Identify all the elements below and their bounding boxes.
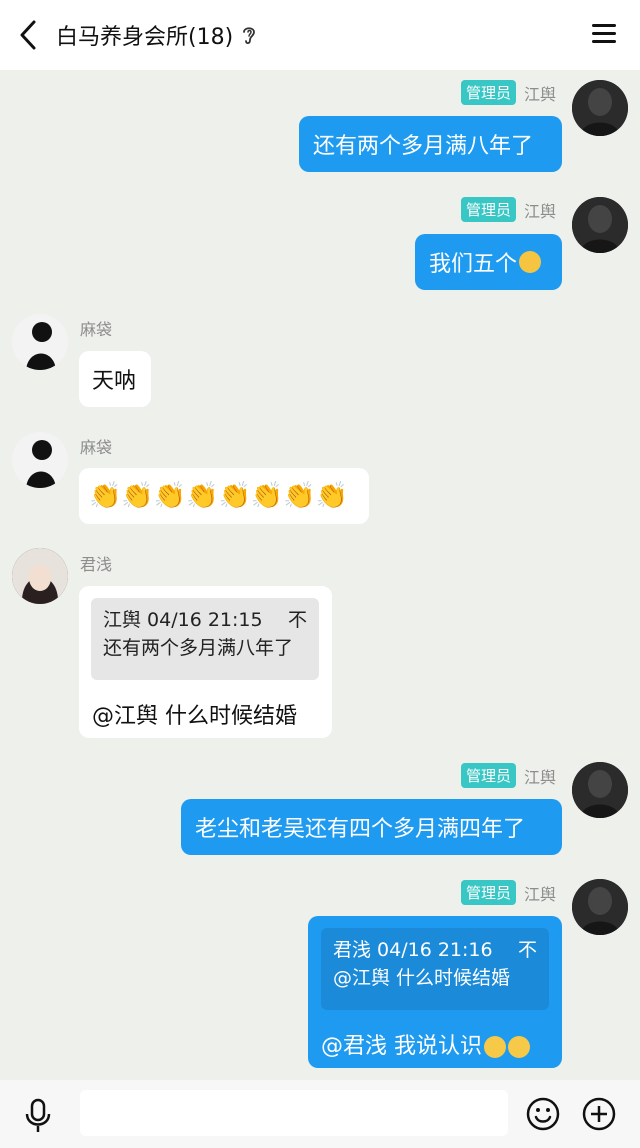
admin-badge: 管理员 xyxy=(460,80,516,105)
plus-icon[interactable] xyxy=(581,1096,617,1132)
avatar[interactable] xyxy=(572,762,628,818)
message-bubble[interactable]: 👏👏👏👏👏👏👏👏 xyxy=(79,468,369,524)
avatar[interactable] xyxy=(12,432,68,488)
laughing-emoji-icon xyxy=(484,1036,506,1058)
message-bubble[interactable]: 天呐 xyxy=(79,351,151,407)
quote-mark: 不 xyxy=(287,609,307,631)
sender-name: 江舆 xyxy=(523,84,556,104)
avatar[interactable] xyxy=(572,80,628,136)
input-bar xyxy=(0,1080,640,1148)
quote-text: @江舆 什么时候结婚 xyxy=(333,967,511,989)
message-input[interactable] xyxy=(80,1090,508,1136)
quote-header: 君浅 04/16 21:16 xyxy=(333,939,493,961)
laughing-emoji-icon xyxy=(508,1036,530,1058)
quote-mark: 不 xyxy=(517,939,537,961)
message-text: 还有两个多月满八年了 xyxy=(313,134,534,159)
admin-badge: 管理员 xyxy=(460,880,516,905)
message-text: @君浅 我说认识 xyxy=(321,1034,482,1059)
sender-name: 江舆 xyxy=(523,767,556,787)
sender-name: 江舆 xyxy=(523,201,556,221)
avatar[interactable] xyxy=(12,548,68,604)
message-bubble[interactable]: 老尘和老吴还有四个多月满四年了 xyxy=(181,799,562,855)
sender-row: 麻袋 xyxy=(80,316,112,340)
admin-badge: 管理员 xyxy=(460,763,516,788)
message-text: @江舆 什么时候结婚 xyxy=(92,704,297,729)
message-text: 老尘和老吴还有四个多月满四年了 xyxy=(195,817,526,842)
message-bubble[interactable]: 还有两个多月满八年了 xyxy=(299,116,562,172)
quoted-message[interactable]: 君浅 04/16 21:16 不 @江舆 什么时候结婚 xyxy=(321,928,549,1010)
microphone-icon[interactable] xyxy=(24,1098,52,1134)
avatar[interactable] xyxy=(572,879,628,935)
sender-name: 君浅 xyxy=(80,555,113,574)
dog-emoji-icon xyxy=(519,251,542,273)
message-text: 👏👏👏👏👏👏👏👏 xyxy=(89,481,348,511)
sender-row: 君浅 xyxy=(80,551,112,575)
sender-row: 麻袋 xyxy=(80,434,112,458)
chat-header: 白马养身会所(18) xyxy=(0,0,640,70)
back-arrow-icon[interactable] xyxy=(14,18,44,52)
avatar[interactable] xyxy=(572,197,628,253)
avatar[interactable] xyxy=(12,314,68,370)
chat-title-wrap[interactable]: 白马养身会所(18) xyxy=(56,20,257,50)
message-text-wrap: @君浅 我说认识 xyxy=(321,1028,530,1060)
sender-name: 江舆 xyxy=(523,884,556,904)
quoted-message[interactable]: 江舆 04/16 21:15 不 还有两个多月满八年了 xyxy=(91,598,319,680)
ear-icon xyxy=(243,27,256,45)
sender-name: 麻袋 xyxy=(80,438,113,457)
chat-title: 白马养身会所(18) xyxy=(56,25,234,50)
sender-row: 管理员 江舆 xyxy=(460,763,556,788)
sender-row: 管理员 江舆 xyxy=(460,197,556,222)
sender-name: 麻袋 xyxy=(80,320,113,339)
quote-header: 江舆 04/16 21:15 xyxy=(103,609,263,631)
message-text: 天呐 xyxy=(92,369,137,394)
message-text: 我们五个 xyxy=(429,252,518,277)
sender-row: 管理员 江舆 xyxy=(460,880,556,905)
emoji-icon[interactable] xyxy=(525,1096,561,1132)
menu-icon[interactable] xyxy=(592,22,618,46)
sender-row: 管理员 江舆 xyxy=(460,80,556,105)
admin-badge: 管理员 xyxy=(460,197,516,222)
quote-text: 还有两个多月满八年了 xyxy=(103,637,294,659)
message-bubble[interactable]: 我们五个 xyxy=(415,234,562,290)
